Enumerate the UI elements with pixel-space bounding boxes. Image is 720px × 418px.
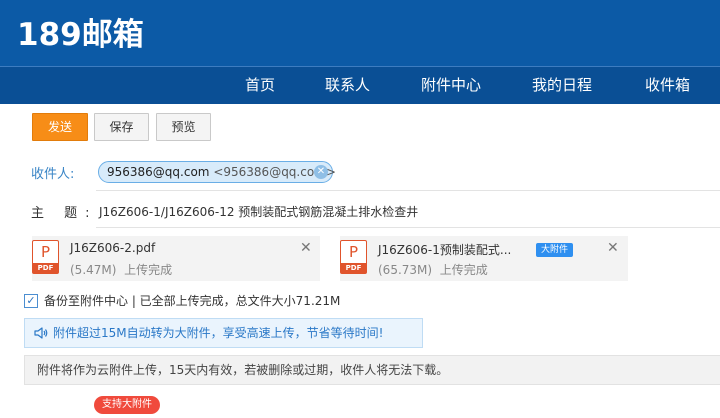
attachment-status: 上传完成 xyxy=(124,263,173,277)
nav-item-attachment-center[interactable]: 附件中心 xyxy=(421,67,481,104)
pdf-icon-tag: PDF xyxy=(33,263,58,273)
recipient-chip-name: 956386@qq.com xyxy=(107,165,210,179)
backup-checkbox[interactable]: ✓ xyxy=(24,294,38,308)
attachment-name: J16Z606-1预制装配式... xyxy=(378,243,512,257)
large-attachment-info: 附件超过15M自动转为大附件，享受高速上传，节省等待时间! xyxy=(24,318,423,348)
pdf-icon-tag: PDF xyxy=(341,263,366,273)
send-button[interactable]: 发送 xyxy=(32,113,88,141)
nav-item-contacts[interactable]: 联系人 xyxy=(325,67,370,104)
pdf-file-icon: P PDF xyxy=(340,240,367,274)
pdf-icon-letter: P xyxy=(40,243,51,261)
divider xyxy=(96,190,720,191)
preview-button[interactable]: 预览 xyxy=(156,113,211,141)
speaker-icon xyxy=(34,327,48,339)
big-attachment-badge: 大附件 xyxy=(536,243,574,257)
recipient-chip[interactable]: 956386@qq.com <956386@qq.com> ✕ xyxy=(98,161,336,183)
attachment-name: J16Z606-2.pdf xyxy=(70,241,156,255)
nav-item-inbox[interactable]: 收件箱 xyxy=(645,67,690,104)
attachment-meta: (5.47M) 上传完成 xyxy=(70,261,172,278)
attachment-size: (65.73M) xyxy=(378,263,433,277)
nav-item-home[interactable]: 首页 xyxy=(245,67,275,104)
subject-input[interactable]: J16Z606-1/J16Z606-12 预制装配式钢筋混凝土排水检查井 xyxy=(99,203,418,220)
attachment-item: P PDF J16Z606-1预制装配式... 大附件 (65.73M) 上传完… xyxy=(340,236,628,281)
info-text: 附件超过15M自动转为大附件，享受高速上传，节省等待时间! xyxy=(53,326,384,340)
subject-label: 主 题: xyxy=(31,206,98,221)
main-nav: 首页 联系人 附件中心 我的日程 收件箱 xyxy=(0,66,720,104)
attachment-item: P PDF J16Z606-2.pdf (5.47M) 上传完成 ✕ xyxy=(32,236,320,281)
pdf-file-icon: P PDF xyxy=(32,240,59,274)
divider xyxy=(96,227,720,228)
close-icon[interactable]: ✕ xyxy=(607,241,619,255)
cloud-attachment-notice: 附件将作为云附件上传，15天内有效，若被删除或过期，收件人将无法下载。 xyxy=(24,355,720,385)
save-button[interactable]: 保存 xyxy=(94,113,149,141)
logo: 189邮箱 xyxy=(17,17,144,53)
support-large-attachment-badge: 支持大附件 xyxy=(94,396,160,414)
recipient-label: 收件人: xyxy=(31,167,75,182)
nav-item-my-calendar[interactable]: 我的日程 xyxy=(532,67,592,104)
close-circle-icon[interactable]: ✕ xyxy=(314,165,328,179)
backup-text: 备份至附件中心 | 已全部上传完成，总文件大小71.21M xyxy=(44,294,341,308)
pdf-icon-letter: P xyxy=(348,243,359,261)
attachment-size: (5.47M) xyxy=(70,263,117,277)
attachment-status: 上传完成 xyxy=(439,263,488,277)
top-header: 189邮箱 xyxy=(0,0,720,66)
attachment-meta: (65.73M) 上传完成 xyxy=(378,261,488,278)
close-icon[interactable]: ✕ xyxy=(300,241,312,255)
